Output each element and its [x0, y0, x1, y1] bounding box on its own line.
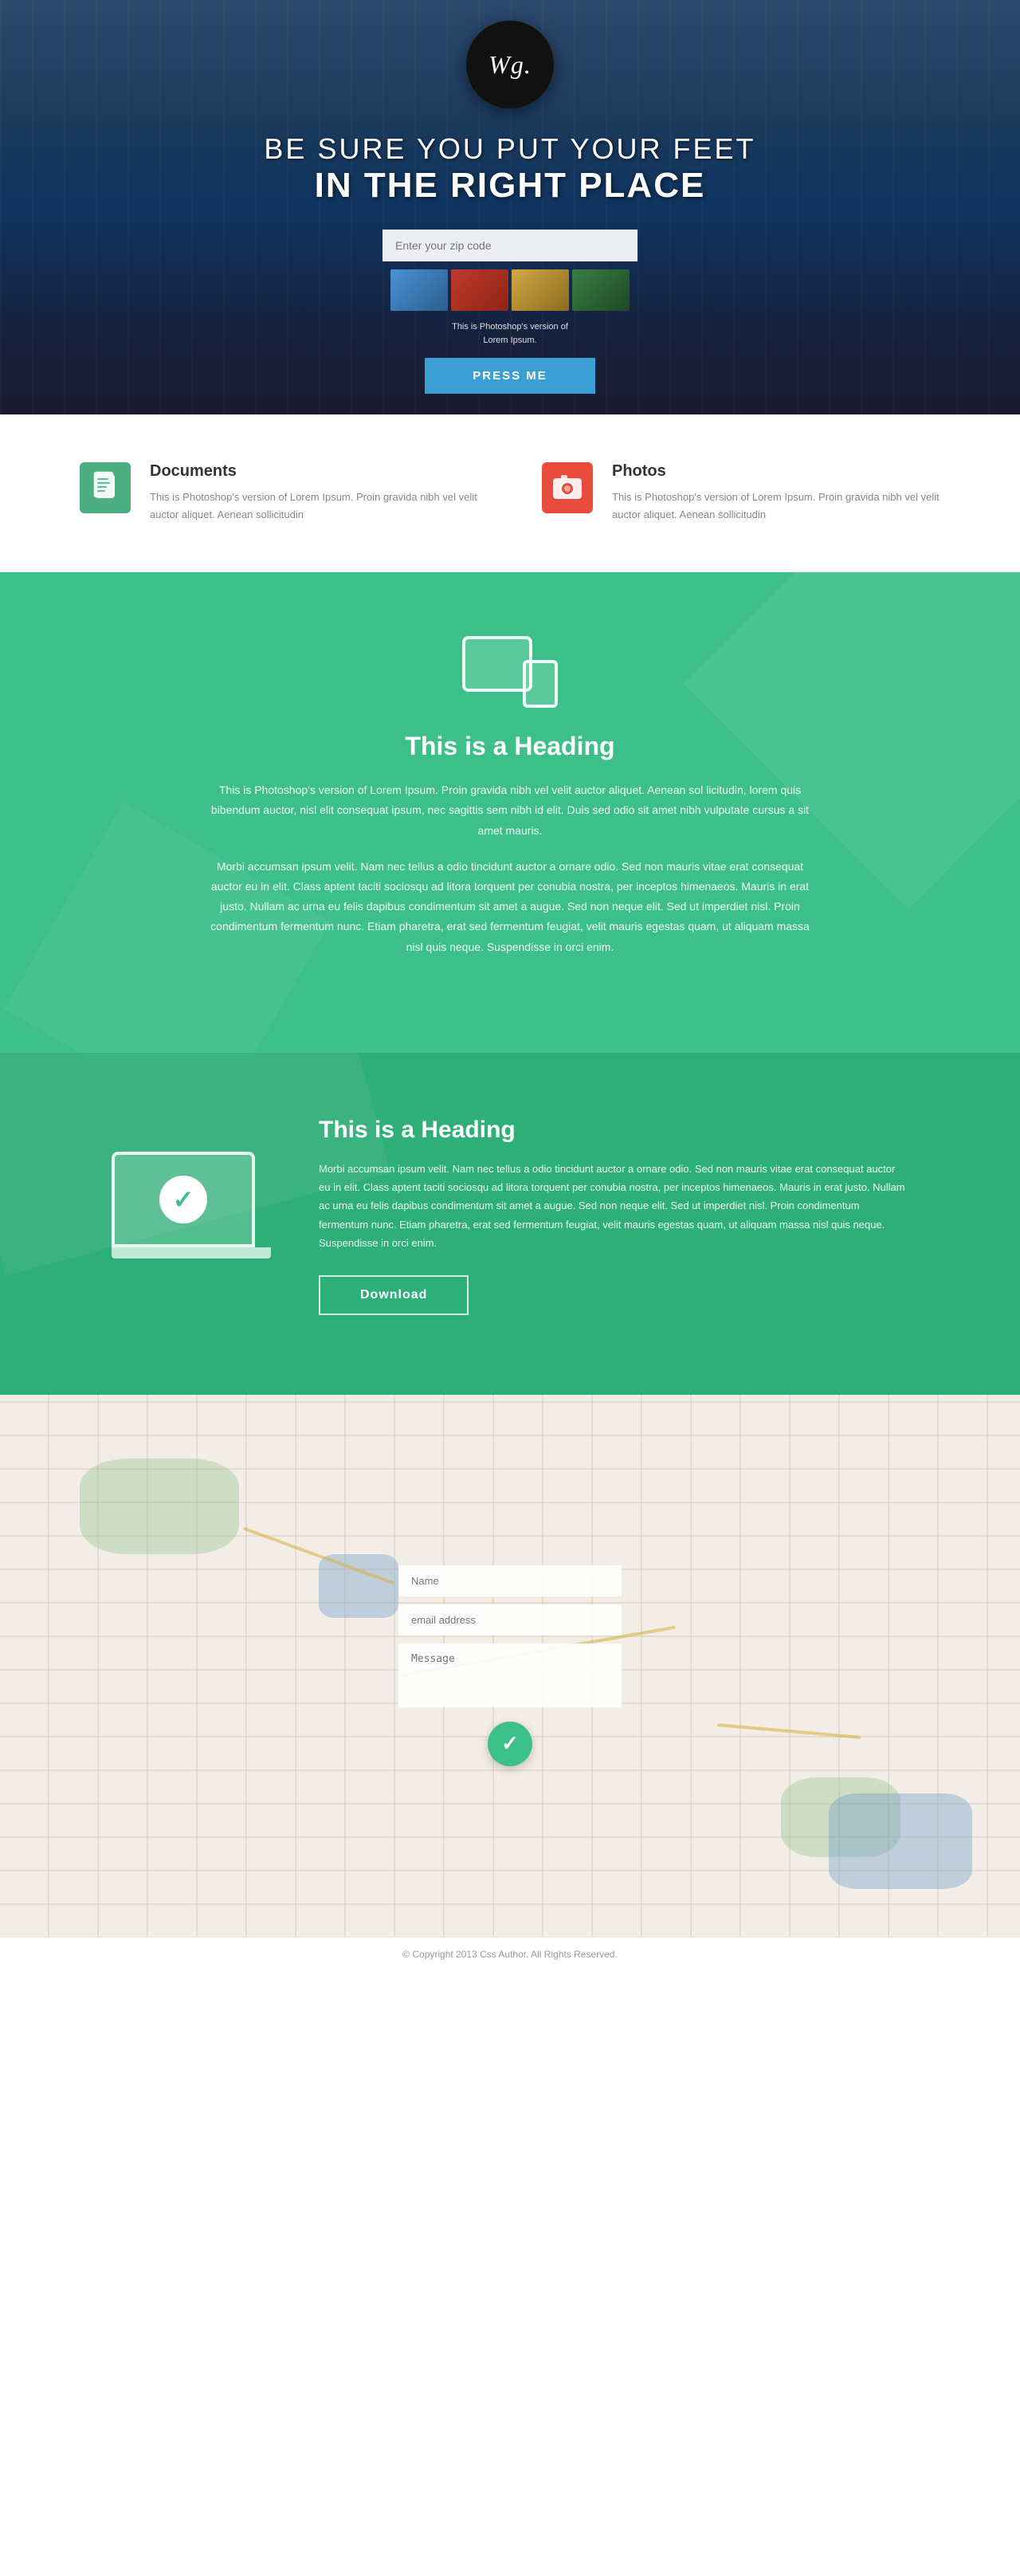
photos-description: This is Photoshop's version of Lorem Ips… [612, 489, 940, 524]
hero-line1: BE SURE YOU PUT YOUR FEET [264, 132, 755, 166]
submit-button[interactable]: ✓ [488, 1722, 532, 1766]
feature-documents: Documents This is Photoshop's version of… [80, 462, 478, 524]
thumbnail-1 [390, 269, 448, 311]
contact-name-input[interactable] [398, 1565, 622, 1596]
documents-title: Documents [150, 462, 478, 481]
zip-code-input[interactable] [382, 230, 638, 261]
thumbnail-4 [572, 269, 630, 311]
footer: © Copyright 2013 Css Author. All Rights … [0, 1937, 1020, 1971]
tablet-shape [462, 636, 532, 692]
features-section: Documents This is Photoshop's version of… [0, 414, 1020, 572]
laptop-screen: ✓ [112, 1152, 255, 1247]
green-section-2-heading: This is a Heading [319, 1117, 908, 1144]
documents-icon [80, 462, 131, 513]
documents-content: Documents This is Photoshop's version of… [150, 462, 478, 524]
thumbnail-3 [512, 269, 569, 311]
green-section-2-content: This is a Heading Morbi accumsan ipsum v… [319, 1117, 908, 1315]
green-section-2-paragraph: Morbi accumsan ipsum velit. Nam nec tell… [319, 1160, 908, 1253]
laptop-icon: ✓ [112, 1152, 271, 1279]
logo: Wg. [466, 21, 554, 108]
map-section: ✓ [0, 1395, 1020, 1937]
contact-form: ✓ [398, 1565, 622, 1766]
green-section-1-para2: Morbi accumsan ipsum velit. Nam nec tell… [207, 857, 813, 957]
documents-description: This is Photoshop's version of Lorem Ips… [150, 489, 478, 524]
green-section-devices: This is a Heading This is Photoshop's ve… [0, 572, 1020, 1053]
contact-message-input[interactable] [398, 1643, 622, 1707]
thumbnail-2 [451, 269, 508, 311]
hero-search-area: This is Photoshop's version of Lorem Ips… [382, 230, 638, 394]
photos-content: Photos This is Photoshop's version of Lo… [612, 462, 940, 524]
hero-section: Wg. BE SURE YOU PUT YOUR FEET IN THE RIG… [0, 0, 1020, 414]
laptop-checkmark: ✓ [159, 1176, 207, 1223]
photos-icon [542, 462, 593, 513]
devices-icon [462, 636, 558, 708]
download-button[interactable]: Download [319, 1275, 469, 1315]
map-water-2 [319, 1554, 398, 1618]
footer-copyright: © Copyright 2013 Css Author. All Rights … [402, 1949, 618, 1960]
map-water-1 [829, 1793, 972, 1889]
phone-shape [523, 660, 558, 708]
photos-title: Photos [612, 462, 940, 481]
logo-text: Wg. [488, 50, 532, 80]
green-section-download: ✓ This is a Heading Morbi accumsan ipsum… [0, 1053, 1020, 1395]
laptop-base [112, 1247, 271, 1259]
hero-caption: This is Photoshop's version of Lorem Ips… [452, 320, 568, 347]
hero-thumbnails [390, 269, 630, 311]
press-me-button[interactable]: PRESS ME [425, 358, 595, 394]
hero-line2: IN THE RIGHT PLACE [264, 166, 755, 206]
green-section-1-heading: This is a Heading [112, 732, 908, 761]
green-section-1-para1: This is Photoshop's version of Lorem Ips… [207, 780, 813, 841]
hero-headline: BE SURE YOU PUT YOUR FEET IN THE RIGHT P… [264, 132, 755, 206]
map-green-area-1 [80, 1459, 239, 1554]
feature-photos: Photos This is Photoshop's version of Lo… [542, 462, 940, 524]
contact-email-input[interactable] [398, 1604, 622, 1636]
